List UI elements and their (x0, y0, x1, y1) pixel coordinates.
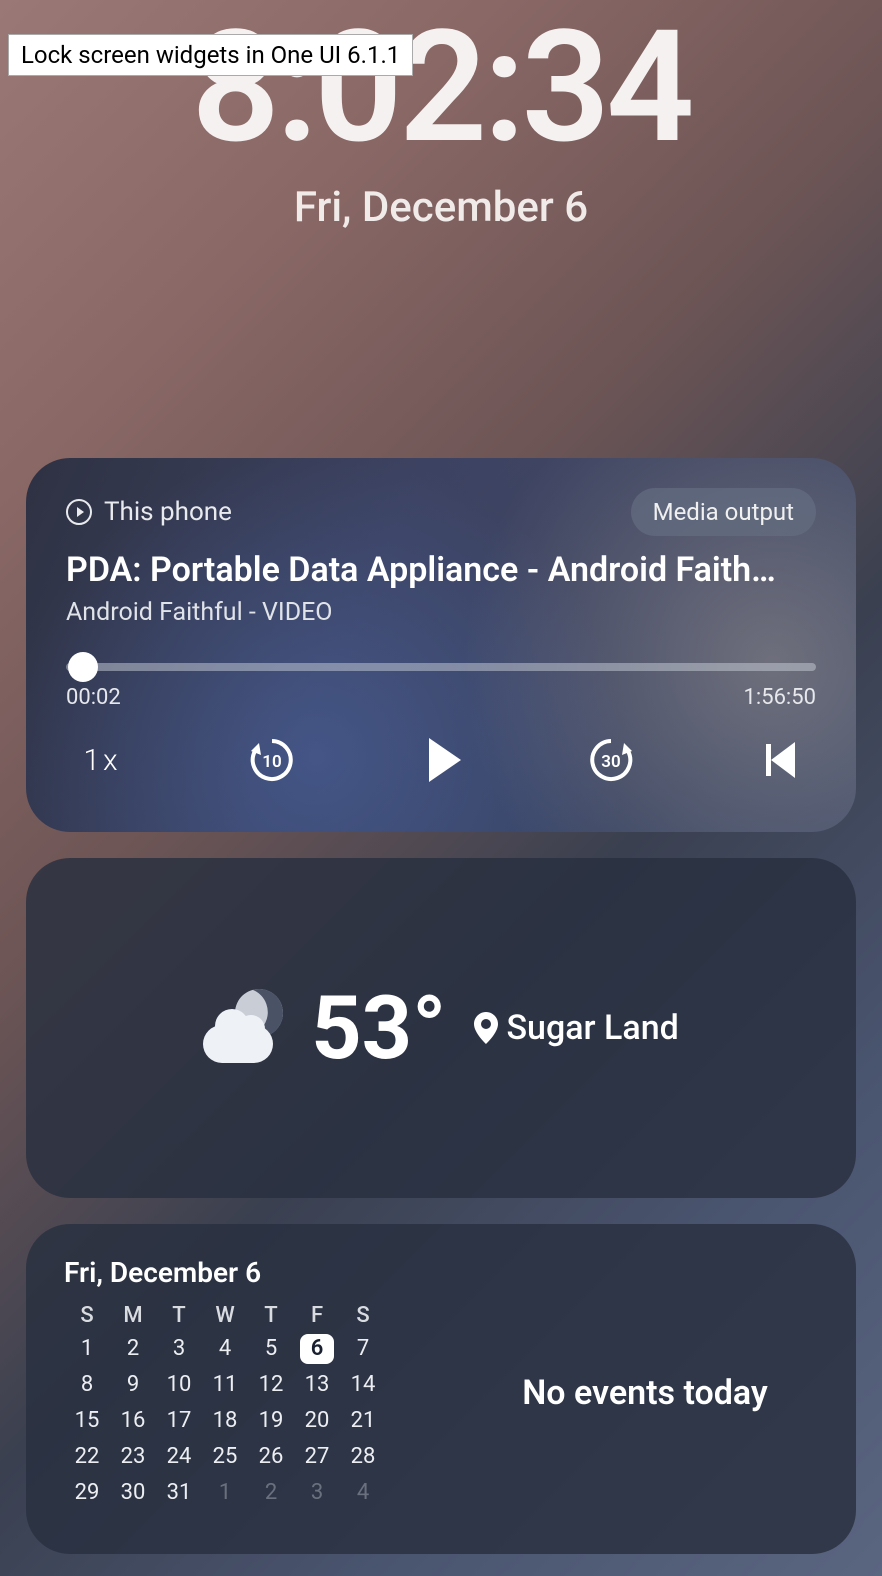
calendar-day[interactable]: 30 (110, 1478, 156, 1508)
calendar-day[interactable]: 9 (110, 1370, 156, 1400)
weather-temperature: 53° (311, 977, 446, 1080)
calendar-day[interactable]: 13 (294, 1370, 340, 1400)
calendar-dow-header: T (248, 1303, 294, 1328)
calendar-day-today[interactable]: 6 (300, 1334, 334, 1364)
calendar-widget[interactable]: Fri, December 6 SMTWTFS12345678910111213… (26, 1224, 856, 1554)
previous-track-button[interactable] (752, 732, 808, 788)
calendar-day[interactable]: 4 (340, 1478, 386, 1508)
media-player-widget[interactable]: This phone Media output PDA: Portable Da… (26, 458, 856, 832)
calendar-day[interactable]: 18 (202, 1406, 248, 1436)
calendar-day[interactable]: 12 (248, 1370, 294, 1400)
calendar-day[interactable]: 19 (248, 1406, 294, 1436)
calendar-dow-header: S (340, 1303, 386, 1328)
calendar-day[interactable]: 5 (248, 1334, 294, 1364)
calendar-day[interactable]: 21 (340, 1406, 386, 1436)
calendar-events-text: No events today (464, 1256, 856, 1530)
media-elapsed-time: 00:02 (66, 685, 121, 710)
calendar-day[interactable]: 2 (110, 1334, 156, 1364)
forward-icon: 30 (586, 735, 636, 785)
calendar-day[interactable]: 3 (156, 1334, 202, 1364)
playback-speed-button[interactable]: 1x (74, 732, 130, 788)
play-button[interactable] (413, 732, 469, 788)
calendar-day[interactable]: 10 (156, 1370, 202, 1400)
calendar-day[interactable]: 15 (64, 1406, 110, 1436)
rewind-10-button[interactable]: 10 (244, 732, 300, 788)
calendar-dow-header: S (64, 1303, 110, 1328)
calendar-day[interactable]: 14 (340, 1370, 386, 1400)
media-output-button[interactable]: Media output (631, 488, 816, 536)
calendar-day[interactable]: 31 (156, 1478, 202, 1508)
clock-date: Fri, December 6 (0, 183, 882, 232)
media-subtitle: Android Faithful - VIDEO (66, 598, 816, 627)
calendar-day[interactable]: 22 (64, 1442, 110, 1472)
calendar-day[interactable]: 28 (340, 1442, 386, 1472)
calendar-day[interactable]: 16 (110, 1406, 156, 1436)
calendar-title: Fri, December 6 (64, 1256, 464, 1289)
calendar-grid: SMTWTFS123456789101112131415161718192021… (64, 1303, 464, 1508)
media-duration-time: 1:56:50 (744, 685, 816, 710)
media-source[interactable]: This phone (66, 497, 232, 527)
calendar-day[interactable]: 20 (294, 1406, 340, 1436)
calendar-day[interactable]: 29 (64, 1478, 110, 1508)
location-pin-icon (474, 1012, 498, 1044)
partly-cloudy-night-icon (203, 983, 293, 1073)
calendar-dow-header: F (294, 1303, 340, 1328)
previous-track-icon (766, 742, 795, 778)
calendar-day[interactable]: 25 (202, 1442, 248, 1472)
calendar-day[interactable]: 26 (248, 1442, 294, 1472)
rewind-icon: 10 (247, 735, 297, 785)
weather-widget[interactable]: 53° Sugar Land (26, 858, 856, 1198)
calendar-day[interactable]: 23 (110, 1442, 156, 1472)
calendar-day[interactable]: 24 (156, 1442, 202, 1472)
calendar-day[interactable]: 17 (156, 1406, 202, 1436)
forward-30-button[interactable]: 30 (583, 732, 639, 788)
calendar-day[interactable]: 11 (202, 1370, 248, 1400)
calendar-day[interactable]: 1 (64, 1334, 110, 1364)
cast-icon (66, 499, 92, 525)
calendar-day[interactable]: 4 (202, 1334, 248, 1364)
calendar-day[interactable]: 8 (64, 1370, 110, 1400)
calendar-day[interactable]: 3 (294, 1478, 340, 1508)
media-title: PDA: Portable Data Appliance - Android F… (66, 550, 816, 590)
svg-text:30: 30 (601, 752, 620, 772)
calendar-day[interactable]: 1 (202, 1478, 248, 1508)
media-progress-slider[interactable] (66, 663, 816, 671)
weather-location-label: Sugar Land (506, 1008, 678, 1048)
calendar-dow-header: T (156, 1303, 202, 1328)
calendar-dow-header: W (202, 1303, 248, 1328)
svg-text:10: 10 (262, 752, 281, 772)
media-source-label: This phone (104, 497, 232, 527)
tooltip-label: Lock screen widgets in One UI 6.1.1 (8, 34, 413, 76)
play-icon (429, 738, 461, 782)
calendar-day[interactable]: 7 (340, 1334, 386, 1364)
weather-location[interactable]: Sugar Land (474, 1008, 678, 1048)
calendar-day[interactable]: 2 (248, 1478, 294, 1508)
calendar-day[interactable]: 27 (294, 1442, 340, 1472)
media-progress-thumb[interactable] (68, 652, 98, 682)
calendar-dow-header: M (110, 1303, 156, 1328)
